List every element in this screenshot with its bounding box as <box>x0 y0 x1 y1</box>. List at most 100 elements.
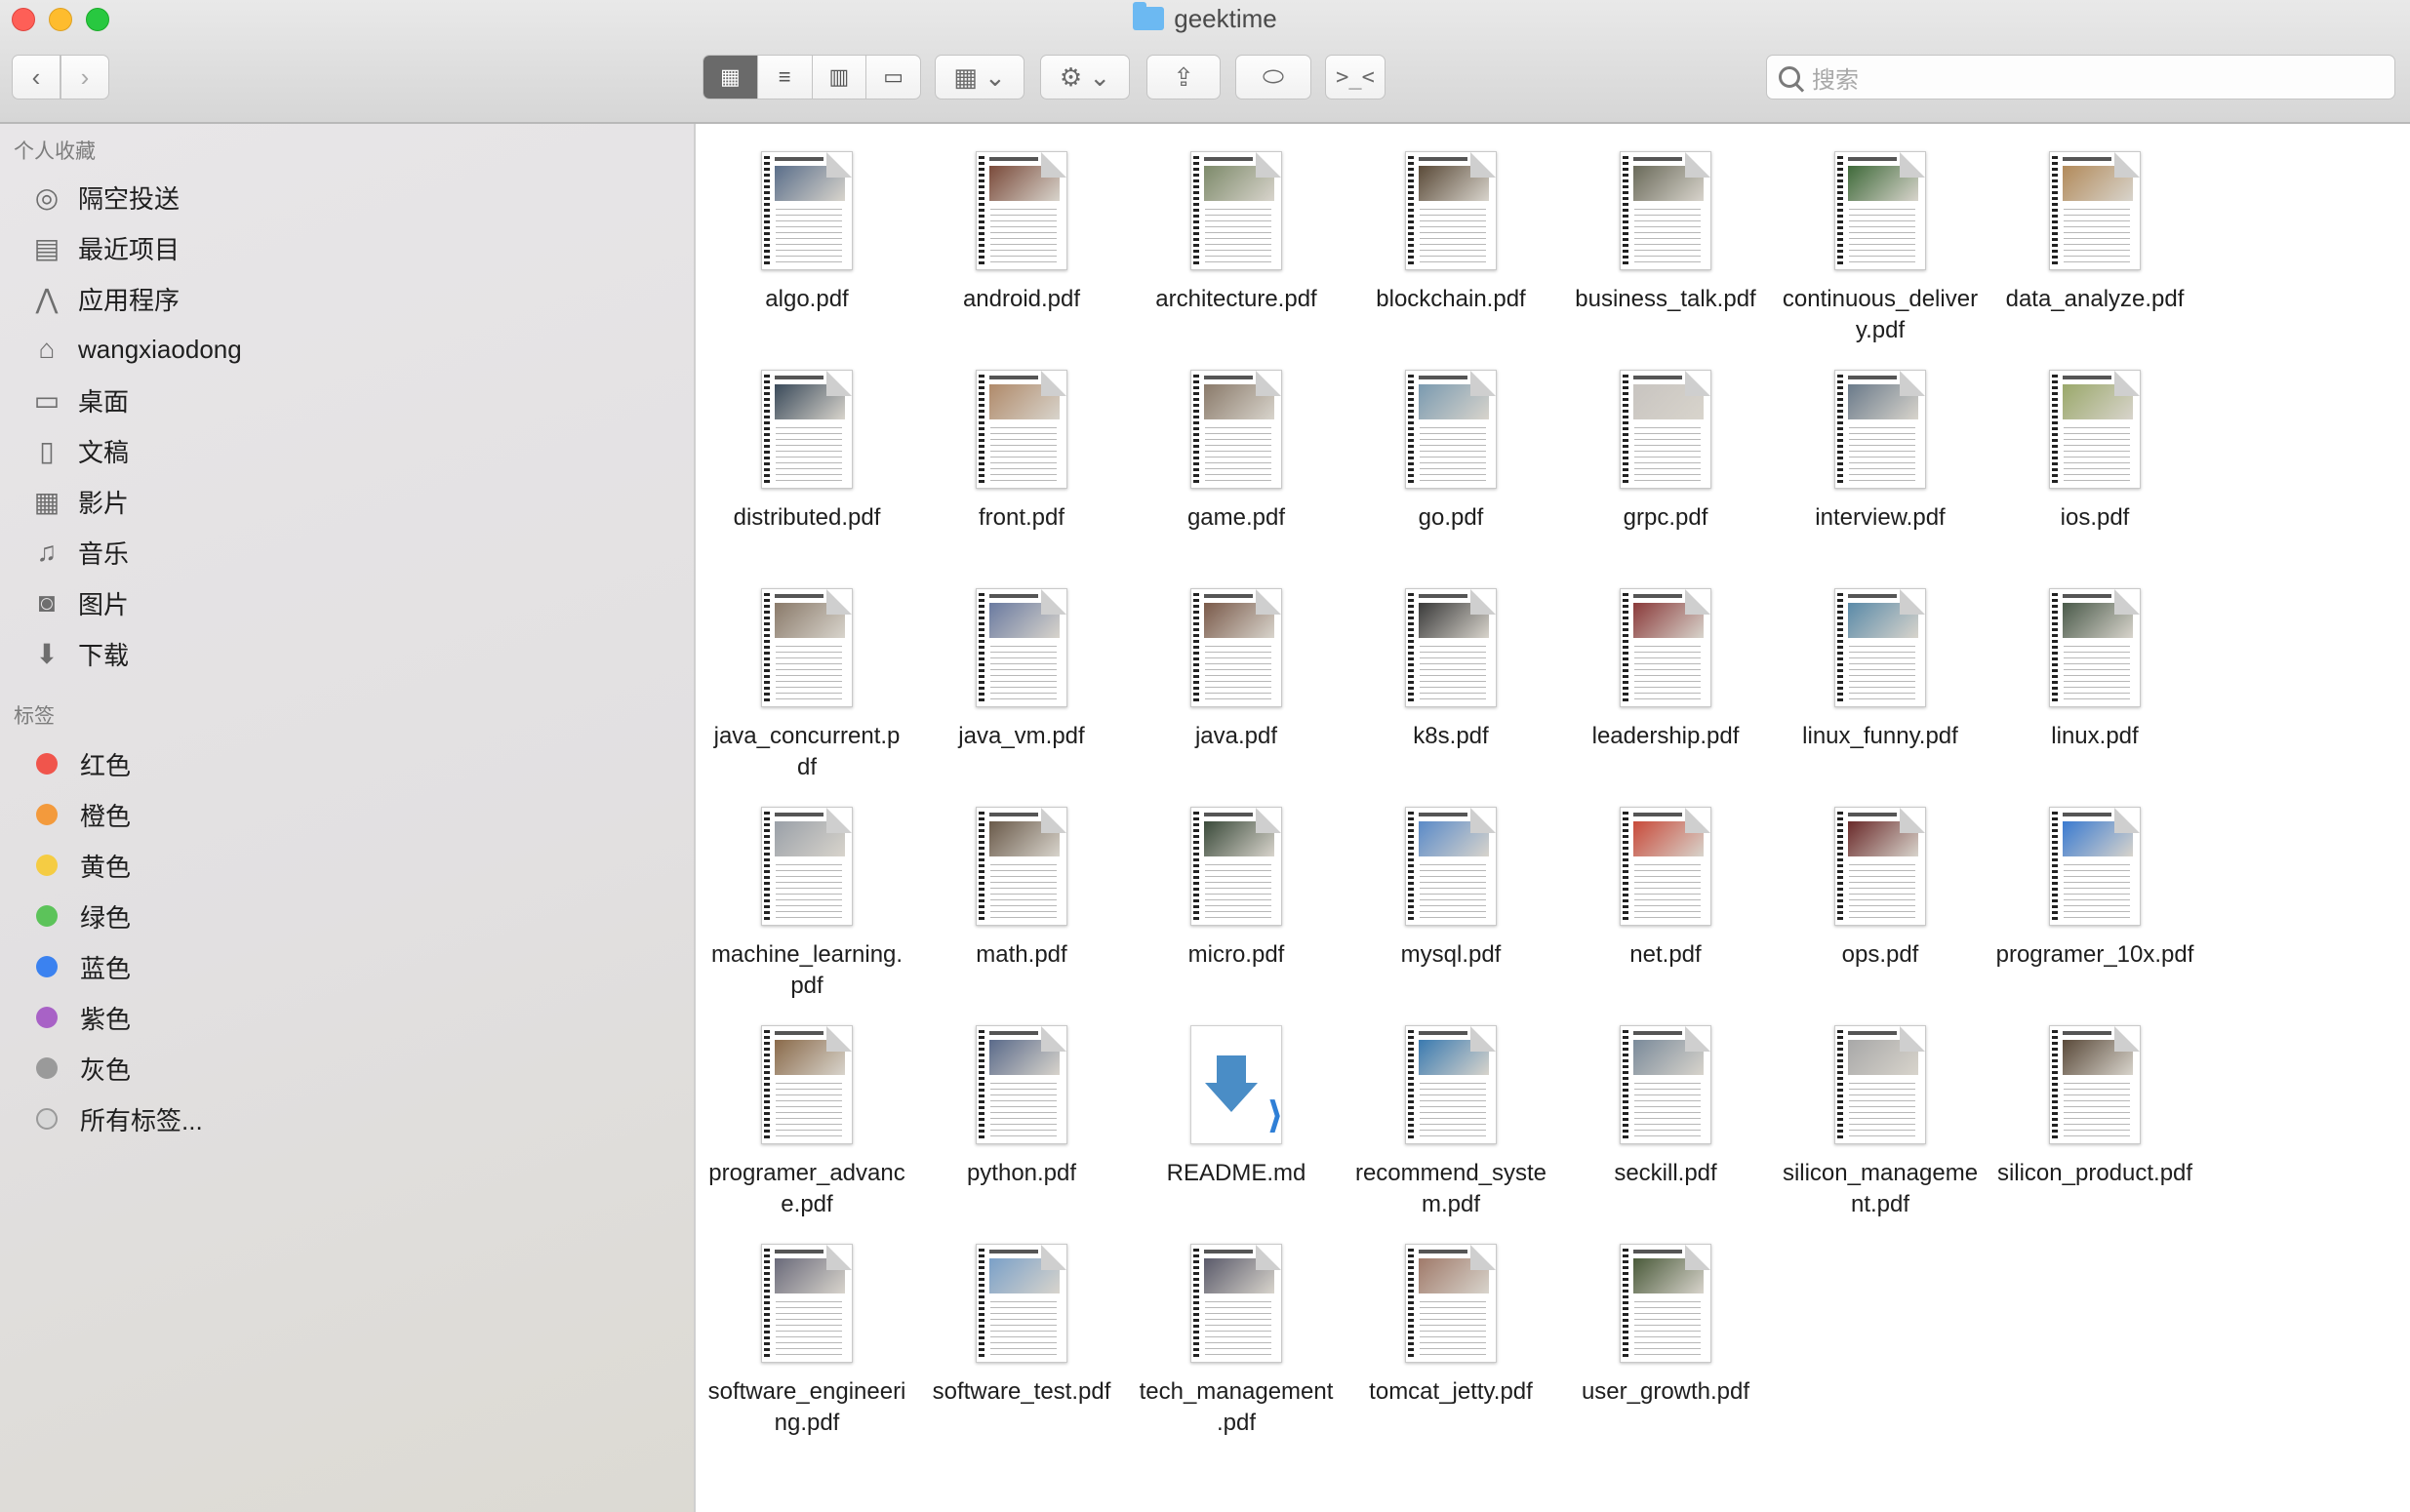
sidebar-tag-item[interactable]: 黄色 <box>29 841 131 890</box>
file-item[interactable]: leadership.pdf <box>1564 571 1767 752</box>
group-button[interactable]: ▦ ⌄ <box>935 55 1024 99</box>
sidebar-tag-item[interactable]: 所有标签... <box>29 1094 203 1143</box>
file-item[interactable]: ⟩ README.md <box>1135 1008 1338 1189</box>
file-item[interactable]: software_engineering.pdf <box>705 1226 908 1439</box>
file-item[interactable]: algo.pdf <box>705 134 908 315</box>
sidebar-tag-item[interactable]: 橙色 <box>29 790 131 839</box>
sidebar-item-applications[interactable]: ⋀ 应用程序 <box>29 274 181 323</box>
file-item[interactable]: interview.pdf <box>1779 352 1982 534</box>
file-item[interactable]: silicon_product.pdf <box>1993 1008 2196 1189</box>
sidebar-item-downloads[interactable]: ⬇ 下载 <box>29 629 129 678</box>
file-name: mysql.pdf <box>1400 941 1502 968</box>
file-item[interactable]: architecture.pdf <box>1135 134 1338 315</box>
file-name: algo.pdf <box>765 286 849 312</box>
share-icon: ⇪ <box>1173 61 1194 92</box>
folder-icon <box>1133 2 1165 30</box>
file-item[interactable]: mysql.pdf <box>1349 789 1552 971</box>
file-item[interactable]: user_growth.pdf <box>1564 1226 1767 1408</box>
sidebar-item-pictures[interactable]: ◙ 图片 <box>29 578 129 627</box>
file-item[interactable]: blockchain.pdf <box>1349 134 1552 315</box>
terminal-button[interactable]: >_< <box>1325 55 1386 99</box>
file-name: tomcat_jetty.pdf <box>1369 1378 1533 1405</box>
file-item[interactable]: programer_advance.pdf <box>705 1008 908 1220</box>
search-icon <box>1779 66 1800 88</box>
file-item[interactable]: game.pdf <box>1135 352 1338 534</box>
file-name: tech_management.pdf <box>1139 1378 1334 1436</box>
file-item[interactable]: machine_learning.pdf <box>705 789 908 1002</box>
file-item[interactable]: python.pdf <box>920 1008 1123 1189</box>
file-item[interactable]: continuous_delivery.pdf <box>1779 134 1982 346</box>
file-item[interactable]: linux.pdf <box>1993 571 2196 752</box>
pdf-thumbnail-icon <box>2049 151 2141 270</box>
list-view-button[interactable]: ≡ <box>758 56 813 99</box>
file-item[interactable]: java_vm.pdf <box>920 571 1123 752</box>
file-item[interactable]: linux_funny.pdf <box>1779 571 1982 752</box>
back-button[interactable]: ‹ <box>12 55 60 99</box>
pdf-thumbnail-icon <box>1834 807 1926 926</box>
sidebar-item-home[interactable]: ⌂ wangxiaodong <box>29 325 242 374</box>
icon-view-button[interactable]: ▦ <box>703 56 758 99</box>
search-input[interactable]: 搜索 <box>1766 55 2395 99</box>
file-item[interactable]: data_analyze.pdf <box>1993 134 2196 315</box>
pdf-thumbnail-icon <box>2049 1025 2141 1144</box>
sidebar-tag-item[interactable]: 绿色 <box>29 892 131 940</box>
file-item[interactable]: tomcat_jetty.pdf <box>1349 1226 1552 1408</box>
file-item[interactable]: java.pdf <box>1135 571 1338 752</box>
window-title: geektime <box>0 2 2410 34</box>
file-name: data_analyze.pdf <box>2005 286 2185 312</box>
share-button[interactable]: ⇪ <box>1146 55 1221 99</box>
favorites-header: 个人收藏 <box>14 140 96 163</box>
file-item[interactable]: tech_management.pdf <box>1135 1226 1338 1439</box>
sidebar-tag-item[interactable]: 蓝色 <box>29 942 131 991</box>
sidebar-item-airdrop[interactable]: ◎ 隔空投送 <box>29 173 180 221</box>
sidebar-tag-item[interactable]: 红色 <box>29 739 131 788</box>
sidebar-item-documents[interactable]: ▯ 文稿 <box>29 426 129 475</box>
sidebar-item-desktop[interactable]: ▭ 桌面 <box>29 376 129 424</box>
file-item[interactable]: math.pdf <box>920 789 1123 971</box>
file-item[interactable]: net.pdf <box>1564 789 1767 971</box>
file-item[interactable]: software_test.pdf <box>920 1226 1123 1408</box>
file-item[interactable]: programer_10x.pdf <box>1993 789 2196 971</box>
file-item[interactable]: ios.pdf <box>1993 352 2196 534</box>
file-name: linux.pdf <box>2051 723 2139 749</box>
sidebar-item-label: 最近项目 <box>78 234 181 264</box>
file-item[interactable]: micro.pdf <box>1135 789 1338 971</box>
action-button[interactable]: ⚙ ⌄ <box>1040 55 1130 99</box>
sidebar-item-music[interactable]: ♫ 音乐 <box>29 528 130 577</box>
pdf-thumbnail-icon <box>976 807 1067 926</box>
file-name: python.pdf <box>966 1160 1077 1186</box>
file-item[interactable]: business_talk.pdf <box>1564 134 1767 315</box>
file-item[interactable]: go.pdf <box>1349 352 1552 534</box>
file-item[interactable]: front.pdf <box>920 352 1123 534</box>
tag-button[interactable]: ⬭ <box>1235 55 1311 99</box>
file-name: programer_10x.pdf <box>1995 941 2194 968</box>
window-title-text: geektime <box>1174 4 1277 33</box>
sidebar-tag-label: 橙色 <box>80 801 132 831</box>
sidebar-item-label: wangxiaodong <box>78 334 242 364</box>
file-name: ops.pdf <box>1841 941 1919 968</box>
forward-button[interactable]: › <box>60 55 109 99</box>
sidebar-item-movies[interactable]: ▦ 影片 <box>29 477 129 526</box>
file-item[interactable]: silicon_management.pdf <box>1779 1008 1982 1220</box>
sidebar-item-label: 图片 <box>78 589 130 619</box>
tag-color-dot-icon <box>36 1108 58 1130</box>
file-item[interactable]: k8s.pdf <box>1349 571 1552 752</box>
file-item[interactable]: recommend_system.pdf <box>1349 1008 1552 1220</box>
sidebar-tag-item[interactable]: 紫色 <box>29 993 131 1042</box>
file-item[interactable]: android.pdf <box>920 134 1123 315</box>
file-item[interactable]: grpc.pdf <box>1564 352 1767 534</box>
tag-color-dot-icon <box>36 905 58 927</box>
column-view-button[interactable]: ▥ <box>813 56 867 99</box>
pdf-thumbnail-icon <box>761 370 853 489</box>
sidebar-tag-item[interactable]: 灰色 <box>29 1044 131 1093</box>
file-item[interactable]: ops.pdf <box>1779 789 1982 971</box>
sidebar-item-recents[interactable]: ▤ 最近项目 <box>29 223 180 272</box>
gallery-view-button[interactable]: ▭ <box>866 56 920 99</box>
file-item[interactable]: distributed.pdf <box>705 352 908 534</box>
file-item[interactable]: seckill.pdf <box>1564 1008 1767 1189</box>
file-name: java_concurrent.pdf <box>713 723 901 780</box>
file-item[interactable]: java_concurrent.pdf <box>705 571 908 783</box>
file-name: business_talk.pdf <box>1575 286 1756 312</box>
list-icon: ≡ <box>778 64 791 89</box>
file-name: distributed.pdf <box>733 504 881 531</box>
